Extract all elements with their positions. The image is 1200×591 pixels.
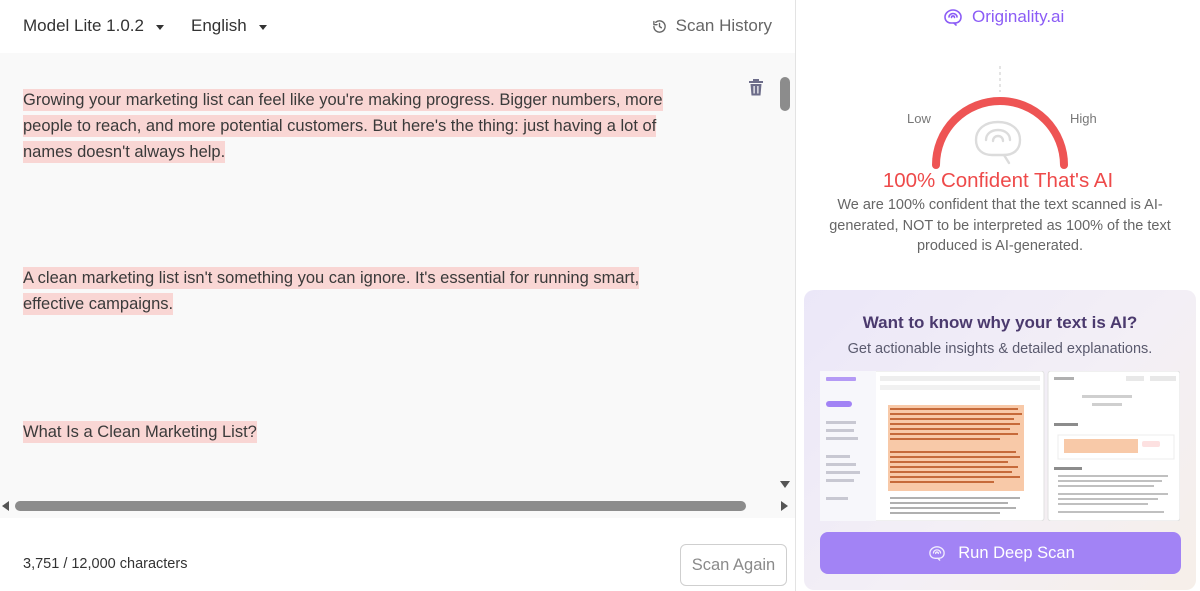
model-dropdown-label: Model Lite 1.0.2 bbox=[23, 16, 144, 35]
scroll-down-arrow-icon[interactable] bbox=[780, 481, 790, 488]
scan-history-label: Scan History bbox=[675, 16, 772, 35]
brain-icon bbox=[974, 120, 1022, 165]
highlighted-text: What Is a Clean Marketing List? bbox=[23, 421, 257, 443]
scan-history-button[interactable]: Scan History bbox=[652, 16, 772, 36]
paragraph-3: What Is a Clean Marketing List? bbox=[23, 419, 703, 445]
scan-again-button[interactable]: Scan Again bbox=[680, 544, 787, 586]
language-dropdown[interactable]: English bbox=[191, 16, 267, 36]
character-count: 3,751 / 12,000 characters bbox=[23, 556, 188, 572]
vertical-scrollbar[interactable] bbox=[778, 75, 792, 495]
ai-confidence-gauge bbox=[932, 66, 1068, 169]
brand-name: Originality.ai bbox=[972, 7, 1065, 26]
language-dropdown-label: English bbox=[191, 16, 247, 35]
horizontal-scroll-thumb[interactable] bbox=[15, 501, 746, 511]
scroll-left-arrow-icon[interactable] bbox=[2, 501, 9, 511]
editor-toolbar: Model Lite 1.0.2 English Scan History bbox=[0, 0, 796, 53]
gauge-high-label: High bbox=[1070, 111, 1097, 126]
verdict-title: 100% Confident That's AI bbox=[882, 169, 1114, 192]
paragraph-1: Growing your marketing list can feel lik… bbox=[23, 87, 703, 165]
promo-subtitle: Get actionable insights & detailed expla… bbox=[847, 341, 1153, 357]
run-deep-scan-button[interactable]: Run Deep Scan bbox=[820, 532, 1181, 574]
history-icon bbox=[652, 19, 666, 33]
highlighted-text: Growing your marketing list can feel lik… bbox=[23, 89, 663, 163]
gauge-low-label: Low bbox=[907, 111, 931, 126]
scroll-right-arrow-icon[interactable] bbox=[781, 501, 788, 511]
editor-pane: Model Lite 1.0.2 English Scan History Gr… bbox=[0, 0, 796, 591]
deep-scan-promo-card: Want to know why your text is AI? Get ac… bbox=[804, 290, 1196, 590]
clear-text-button[interactable] bbox=[748, 79, 764, 101]
vertical-scroll-thumb[interactable] bbox=[780, 77, 790, 111]
chevron-down-icon bbox=[258, 24, 267, 30]
model-dropdown[interactable]: Model Lite 1.0.2 bbox=[23, 16, 164, 36]
run-deep-scan-label: Run Deep Scan bbox=[958, 543, 1075, 562]
paragraph-2: A clean marketing list isn't something y… bbox=[23, 265, 703, 317]
brain-icon bbox=[944, 9, 962, 26]
brain-icon bbox=[929, 546, 946, 561]
deep-scan-preview-image bbox=[820, 371, 1180, 521]
results-pane: Originality.ai Low High 100% Confident T… bbox=[796, 0, 1200, 591]
verdict-description: We are 100% confident that the text scan… bbox=[829, 197, 1171, 254]
brand-logo[interactable]: Originality.ai bbox=[942, 7, 1064, 27]
highlighted-text: A clean marketing list isn't something y… bbox=[23, 267, 640, 315]
trash-icon bbox=[749, 79, 763, 96]
chevron-down-icon bbox=[155, 24, 164, 30]
promo-title: Want to know why your text is AI? bbox=[862, 313, 1138, 332]
text-editor[interactable]: Growing your marketing list can feel lik… bbox=[0, 53, 796, 518]
horizontal-scrollbar[interactable] bbox=[0, 498, 796, 516]
